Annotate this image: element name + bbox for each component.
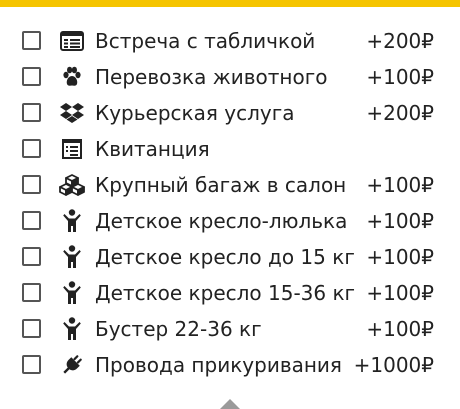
- collapse-arrow-icon[interactable]: [220, 399, 240, 409]
- option-price: +100₽: [366, 209, 434, 233]
- option-price: +100₽: [366, 245, 434, 269]
- option-price: +200₽: [366, 29, 434, 53]
- option-label[interactable]: Перевозка животного: [95, 64, 327, 90]
- child-icon: [59, 208, 85, 234]
- option-price: +100₽: [366, 65, 434, 89]
- option-row-booster[interactable]: Бустер 22-36 кг +100₽: [0, 312, 460, 348]
- id-card-icon: [59, 28, 85, 54]
- option-checkbox[interactable]: [22, 211, 41, 230]
- option-label[interactable]: Встреча с табличкой: [95, 28, 315, 54]
- option-checkbox[interactable]: [22, 355, 41, 374]
- option-checkbox[interactable]: [22, 247, 41, 266]
- receipt-icon: [59, 136, 85, 162]
- option-price: +1000₽: [353, 353, 434, 377]
- option-checkbox[interactable]: [22, 31, 41, 50]
- accent-top-bar: [0, 0, 460, 7]
- option-checkbox[interactable]: [22, 103, 41, 122]
- option-row-infant-carrier[interactable]: Детское кресло-люлька +100₽: [0, 204, 460, 240]
- option-checkbox[interactable]: [22, 175, 41, 194]
- option-price: +100₽: [366, 281, 434, 305]
- option-label[interactable]: Детское кресло-люлька: [95, 208, 347, 234]
- option-row-meet-with-sign[interactable]: Встреча с табличкой +200₽: [0, 24, 460, 60]
- option-checkbox[interactable]: [22, 283, 41, 302]
- option-checkbox[interactable]: [22, 67, 41, 86]
- option-row-jumper-cables[interactable]: Провода прикуривания +1000₽: [0, 348, 460, 384]
- extra-options-list: Встреча с табличкой +200₽ Перевозка живо…: [0, 24, 460, 384]
- option-label[interactable]: Детское кресло 15-36 кг: [95, 280, 355, 306]
- child-icon: [59, 280, 85, 306]
- option-label[interactable]: Крупный багаж в салон: [95, 172, 346, 198]
- option-row-courier[interactable]: Курьерская услуга +200₽: [0, 96, 460, 132]
- dropbox-icon: [59, 100, 85, 126]
- paw-icon: [59, 64, 85, 90]
- plug-icon: [59, 352, 85, 378]
- child-icon: [59, 244, 85, 270]
- option-label[interactable]: Курьерская услуга: [95, 100, 294, 126]
- option-label[interactable]: Провода прикуривания: [95, 352, 342, 378]
- option-label[interactable]: Детское кресло до 15 кг: [95, 244, 355, 270]
- option-price: +200₽: [366, 101, 434, 125]
- option-row-receipt[interactable]: Квитанция: [0, 132, 460, 168]
- cubes-icon: [59, 172, 85, 198]
- option-row-large-baggage[interactable]: Крупный багаж в салон +100₽: [0, 168, 460, 204]
- child-icon: [59, 316, 85, 342]
- option-label[interactable]: Квитанция: [95, 136, 210, 162]
- option-price: +100₽: [366, 317, 434, 341]
- option-label[interactable]: Бустер 22-36 кг: [95, 316, 262, 342]
- option-row-child-seat-15-36[interactable]: Детское кресло 15-36 кг +100₽: [0, 276, 460, 312]
- option-checkbox[interactable]: [22, 139, 41, 158]
- option-price: +100₽: [366, 173, 434, 197]
- option-row-child-seat-15[interactable]: Детское кресло до 15 кг +100₽: [0, 240, 460, 276]
- option-checkbox[interactable]: [22, 319, 41, 338]
- option-row-pet-transport[interactable]: Перевозка животного +100₽: [0, 60, 460, 96]
